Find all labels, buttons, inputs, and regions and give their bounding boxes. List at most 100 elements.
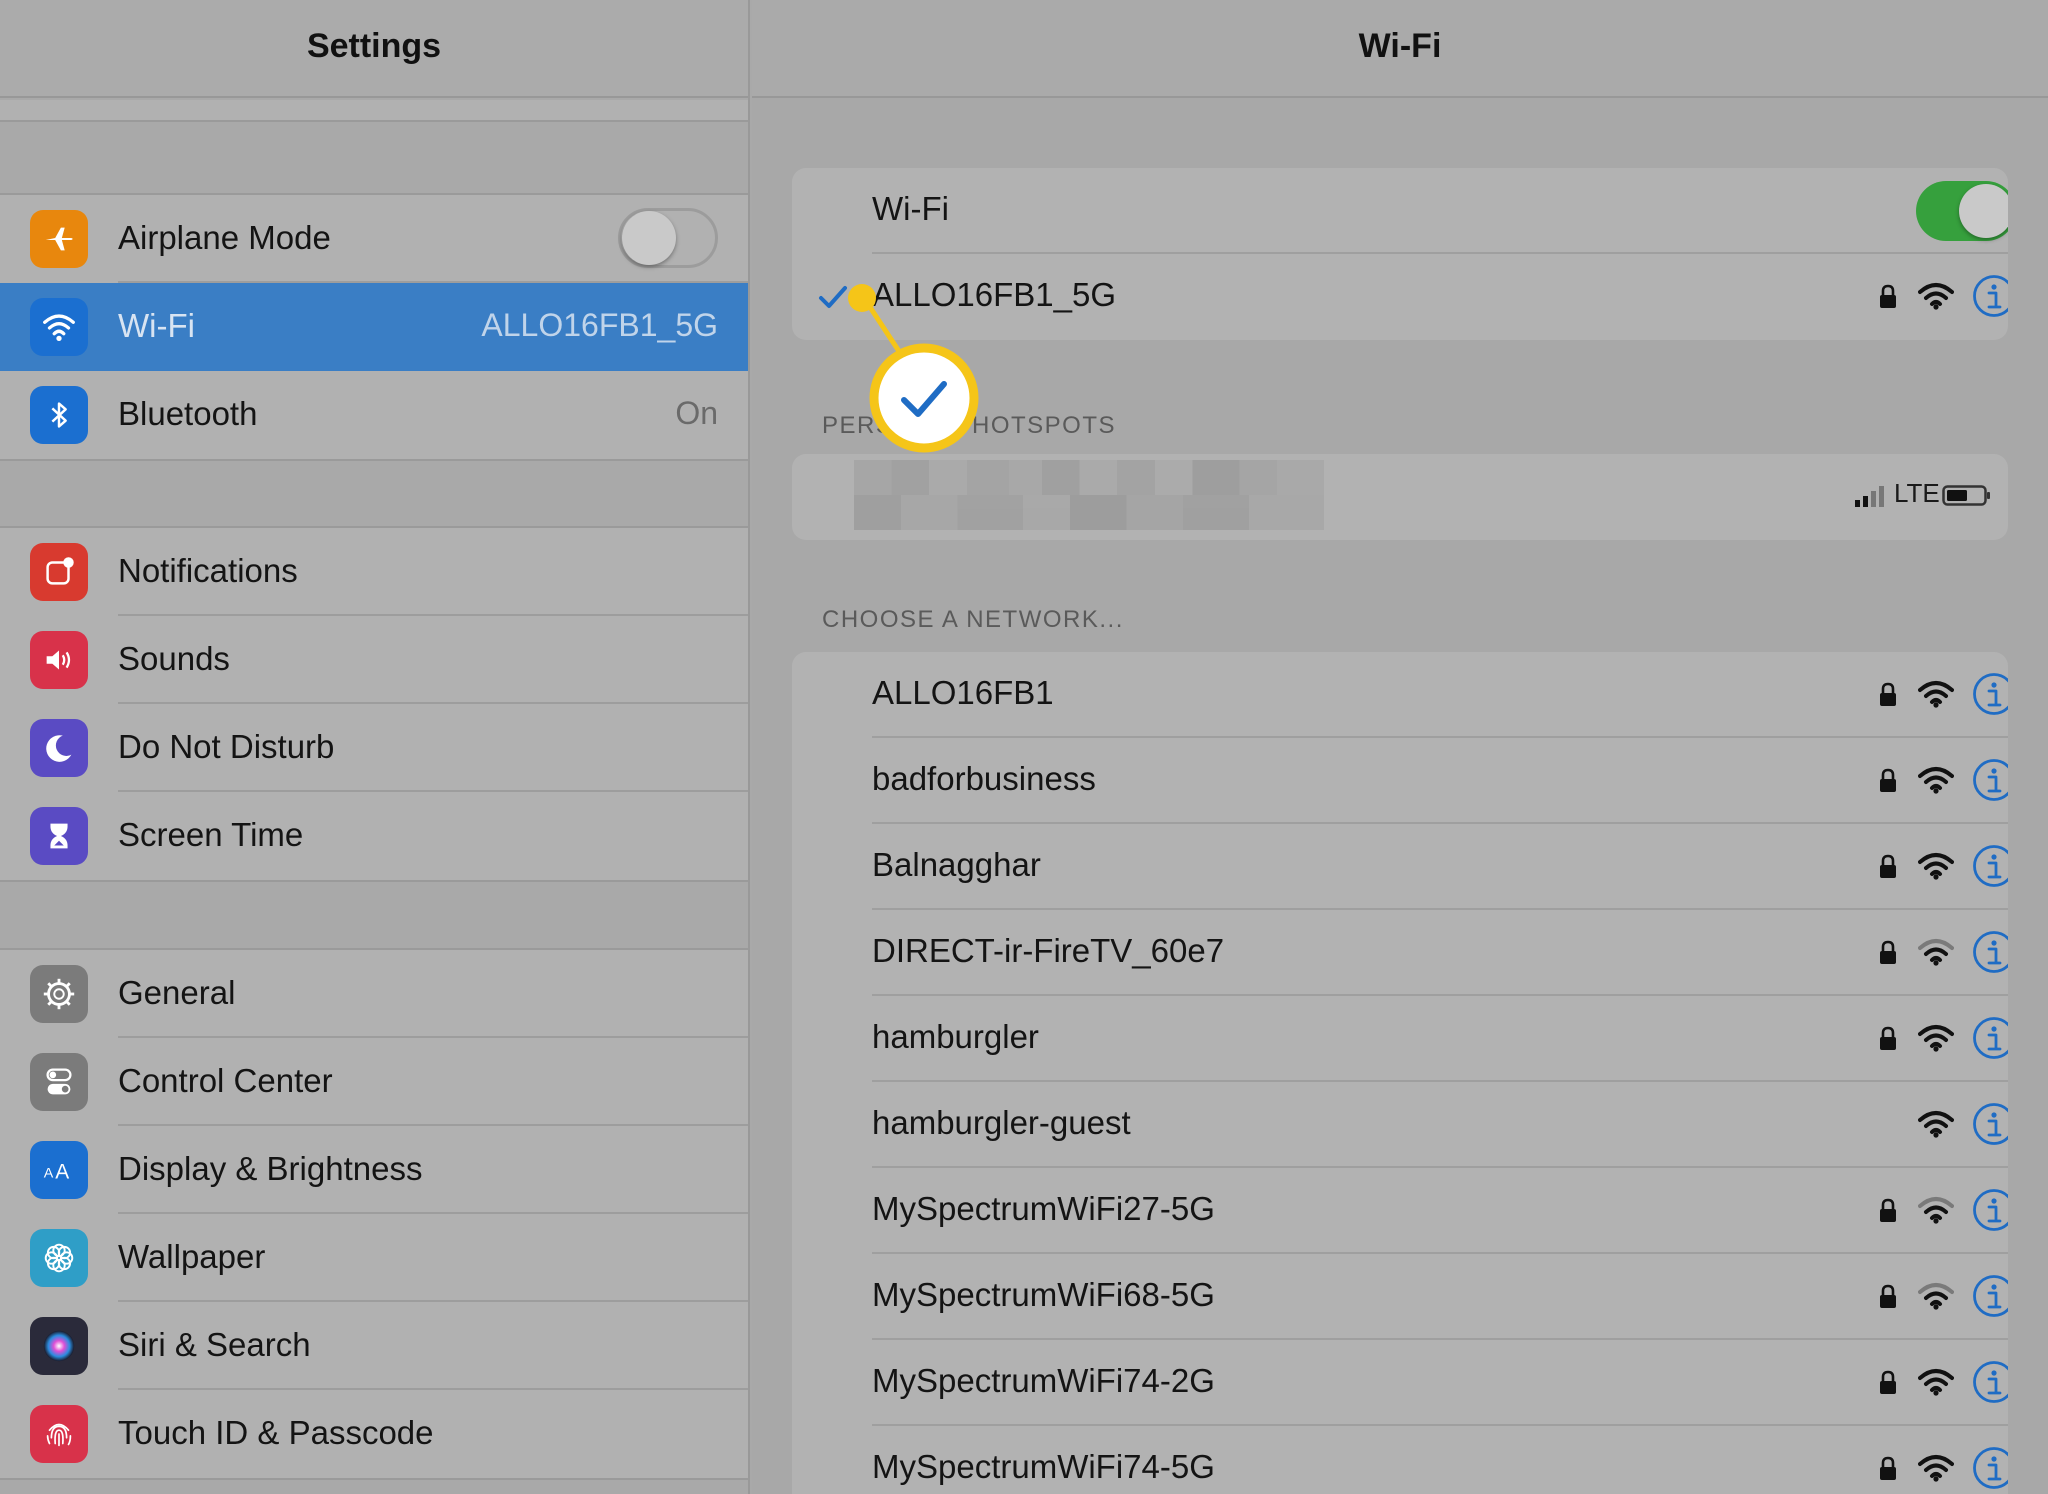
siri-icon — [30, 1317, 88, 1375]
wifi-signal-icon — [1918, 1197, 1954, 1224]
info-icon[interactable] — [1972, 1102, 2008, 1146]
info-icon[interactable] — [1972, 758, 2008, 802]
sidebar-item-do-not-disturb[interactable]: Do Not Disturb — [0, 704, 748, 792]
network-row[interactable]: DIRECT-ir-FireTV_60e7 — [792, 910, 2008, 996]
sidebar-title: Settings — [306, 27, 442, 65]
notifications-icon — [30, 543, 88, 601]
wifi-icon — [30, 298, 88, 356]
sidebar-item-notifications[interactable]: Notifications — [0, 528, 748, 616]
wifi-signal-icon — [1918, 283, 1954, 310]
network-row[interactable]: Balnagghar — [792, 824, 2008, 910]
sidebar-header: Settings — [0, 0, 748, 98]
battery-icon — [1942, 485, 1990, 506]
wifi-signal-icon — [1918, 853, 1954, 880]
network-name: ALLO16FB1 — [872, 674, 1054, 711]
wifi-signal-icon — [1918, 1283, 1954, 1310]
svg-text:A: A — [55, 1161, 69, 1184]
lock-icon — [1880, 768, 1896, 792]
network-name: MySpectrumWiFi74-5G — [872, 1448, 1215, 1485]
sidebar-item-label: Display & Brightness — [118, 1150, 423, 1187]
network-name: hamburgler-guest — [872, 1104, 1131, 1141]
network-row[interactable]: MySpectrumWiFi74-5G — [792, 1426, 2008, 1494]
sidebar-item-general[interactable]: General — [0, 950, 748, 1038]
sidebar-item-display-brightness[interactable]: A A Display & Brightness — [0, 1126, 748, 1214]
sidebar-item-label: Siri & Search — [118, 1326, 311, 1363]
sidebar-item-screen-time[interactable]: Screen Time — [0, 792, 748, 880]
sidebar-item-label: Sounds — [118, 640, 230, 677]
hotspots-card: LTE — [792, 454, 2008, 540]
airplane-icon — [30, 210, 88, 268]
sidebar-item-label: Screen Time — [118, 816, 304, 853]
wifi-signal-icon — [1918, 681, 1954, 708]
lock-icon — [1880, 1284, 1896, 1308]
airplane-mode-toggle[interactable] — [618, 208, 718, 268]
wifi-toggle[interactable] — [1916, 181, 2008, 241]
wifi-header: Wi-Fi — [752, 0, 2048, 98]
sidebar-item-airplane-mode[interactable]: Airplane Mode — [0, 195, 748, 283]
wifi-status-card: Wi-Fi ALLO16FB1_5G — [792, 168, 2008, 340]
network-list: ALLO16FB1 badforbusiness Balnagghar DIRECT-… — [792, 652, 2008, 1494]
sidebar-item-label: Wi-Fi — [118, 307, 195, 344]
network-row[interactable]: MySpectrumWiFi68-5G — [792, 1254, 2008, 1340]
info-icon[interactable] — [1972, 1016, 2008, 1060]
network-row[interactable]: ALLO16FB1 — [792, 652, 2008, 738]
info-icon[interactable] — [1972, 1274, 2008, 1318]
info-icon[interactable] — [1972, 930, 2008, 974]
wifi-toggle-label: Wi-Fi — [872, 190, 949, 227]
sidebar-item-siri-search[interactable]: Siri & Search — [0, 1302, 748, 1390]
info-icon[interactable] — [1972, 274, 2008, 318]
checkmark-icon — [819, 286, 847, 308]
hotspots-section-label: PERSONAL HOTSPOTS — [822, 412, 1116, 439]
network-name: badforbusiness — [872, 760, 1096, 797]
wifi-signal-icon — [1918, 767, 1954, 794]
svg-text:A: A — [44, 1166, 54, 1182]
sidebar-item-touch-id-passcode[interactable]: Touch ID & Passcode — [0, 1390, 748, 1478]
sidebar-item-label: General — [118, 974, 236, 1011]
sidebar-item-label: Bluetooth — [118, 395, 258, 432]
hotspot-row[interactable]: LTE — [792, 454, 2008, 540]
connected-network-row[interactable]: ALLO16FB1_5G — [792, 254, 2008, 340]
choose-network-section-label: CHOOSE A NETWORK... — [822, 606, 1124, 633]
sidebar-item-wallpaper[interactable]: Wallpaper — [0, 1214, 748, 1302]
fingerprint-icon — [30, 1405, 88, 1463]
sidebar-item-control-center[interactable]: Control Center — [0, 1038, 748, 1126]
lock-icon — [1880, 1370, 1896, 1394]
sidebar-item-value: On — [675, 395, 718, 431]
network-row[interactable]: hamburgler-guest — [792, 1082, 2008, 1168]
network-row[interactable]: hamburgler — [792, 996, 2008, 1082]
wifi-signal-icon — [1918, 939, 1954, 966]
connected-network-name: ALLO16FB1_5G — [872, 276, 1116, 313]
lock-icon — [1880, 1456, 1896, 1480]
hourglass-icon — [30, 807, 88, 865]
info-icon[interactable] — [1972, 1188, 2008, 1232]
sidebar-item-label: Touch ID & Passcode — [118, 1414, 434, 1451]
blurred-hotspot-name — [854, 460, 1324, 530]
lock-icon — [1880, 1026, 1896, 1050]
info-icon[interactable] — [1972, 1446, 2008, 1490]
lock-icon — [1880, 284, 1896, 308]
sidebar-item-wi-fi[interactable]: Wi-Fi ALLO16FB1_5G — [0, 283, 748, 371]
wifi-signal-icon — [1918, 1111, 1954, 1138]
network-row[interactable]: MySpectrumWiFi74-2G — [792, 1340, 2008, 1426]
bluetooth-icon — [30, 386, 88, 444]
text-size-icon: AA — [30, 1141, 88, 1199]
moon-icon — [30, 719, 88, 777]
settings-group: Airplane Mode Wi-Fi ALLO16FB1_5G Bluetooth O… — [0, 193, 748, 461]
wifi-signal-icon — [1918, 1455, 1954, 1482]
info-icon[interactable] — [1972, 844, 2008, 888]
lock-icon — [1880, 682, 1896, 706]
network-row[interactable]: badforbusiness — [792, 738, 2008, 824]
cellular-type-label: LTE — [1894, 478, 1940, 508]
wifi-page-title: Wi-Fi — [1358, 27, 1442, 65]
network-row[interactable]: MySpectrumWiFi27-5G — [792, 1168, 2008, 1254]
lock-icon — [1880, 940, 1896, 964]
network-name: MySpectrumWiFi68-5G — [872, 1276, 1215, 1313]
sidebar-item-label: Control Center — [118, 1062, 333, 1099]
info-icon[interactable] — [1972, 1360, 2008, 1404]
sidebar-item-bluetooth[interactable]: Bluetooth On — [0, 371, 748, 459]
sidebar-item-label: Do Not Disturb — [118, 728, 335, 765]
sidebar-item-label: Notifications — [118, 552, 298, 589]
lock-icon — [1880, 1198, 1896, 1222]
info-icon[interactable] — [1972, 672, 2008, 716]
sidebar-item-sounds[interactable]: Sounds — [0, 616, 748, 704]
